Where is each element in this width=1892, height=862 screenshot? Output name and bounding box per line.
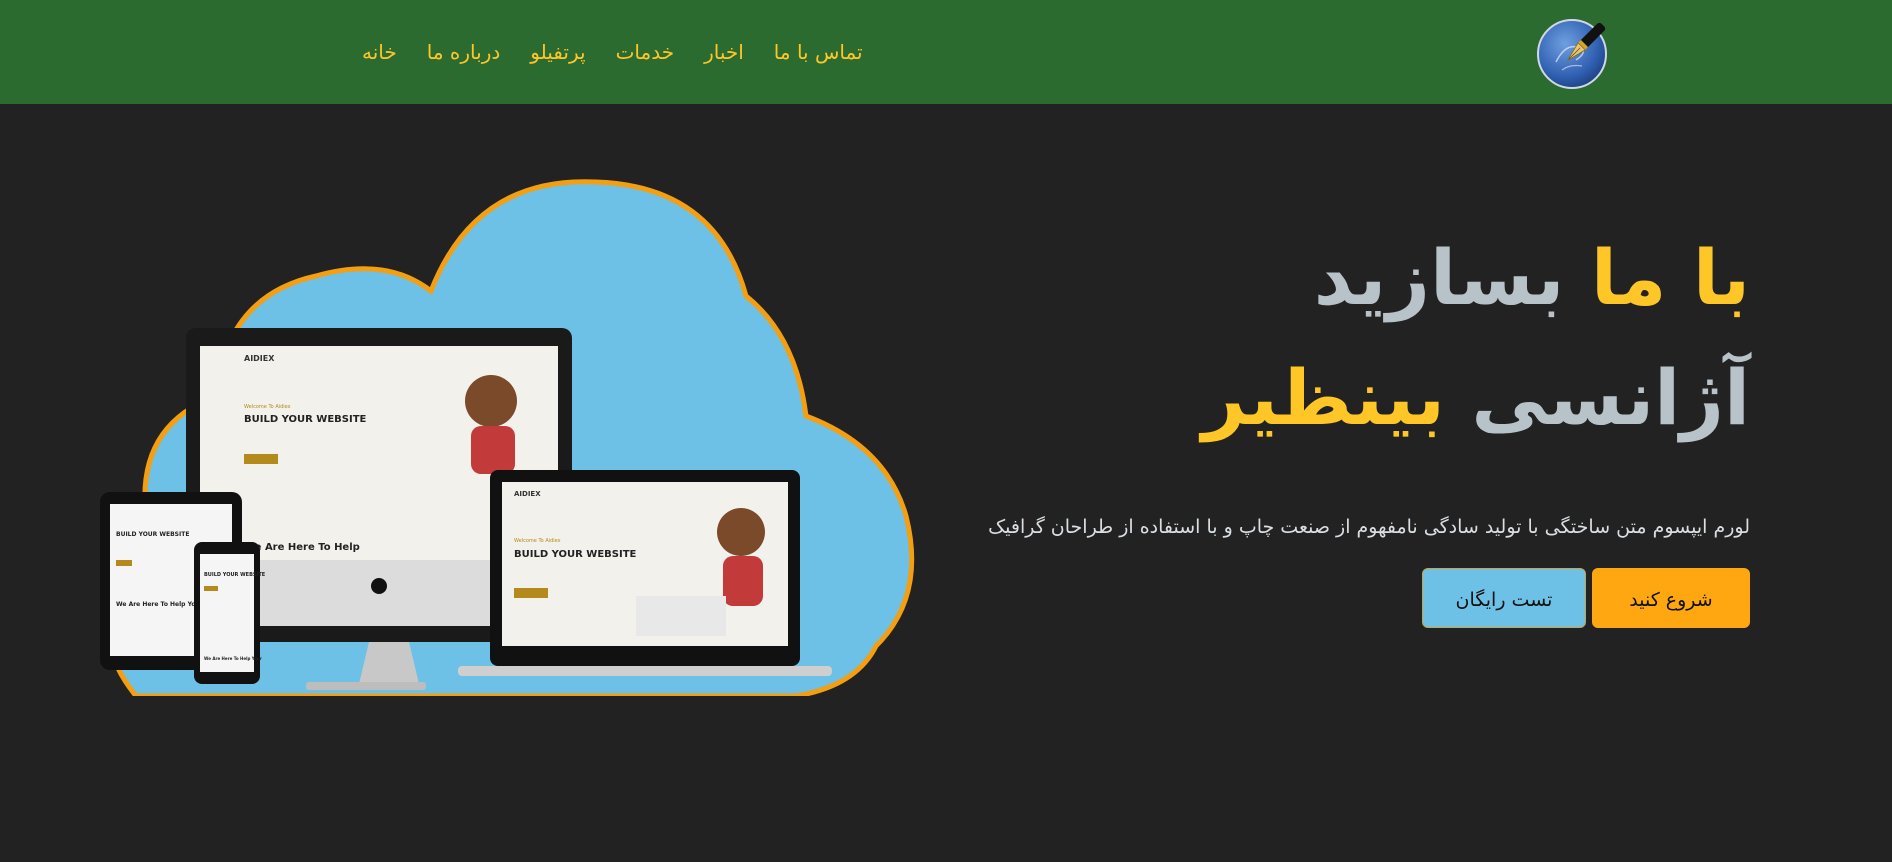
free-trial-button[interactable]: تست رایگان xyxy=(1422,568,1586,628)
laptop: AIDIEX Welcome To Aidiex BUILD YOUR WEBS… xyxy=(458,470,832,676)
mock-headline-desktop: BUILD YOUR WEBSITE xyxy=(244,414,367,425)
nav-link-about[interactable]: درباره ما xyxy=(427,38,501,66)
nav-link-home[interactable]: خانه xyxy=(362,38,397,66)
mock-headline-tablet: BUILD YOUR WEBSITE xyxy=(116,531,189,538)
nav-link-portfolio[interactable]: پرتفیلو xyxy=(530,38,585,66)
headline-highlight-2: بینظیر xyxy=(1201,353,1445,442)
headline-text-2: آژانسی xyxy=(1471,353,1750,442)
responsive-devices-image: AIDIEX Welcome To Aidiex BUILD YOUR WEBS… xyxy=(96,176,916,699)
mock-headline-laptop: BUILD YOUR WEBSITE xyxy=(514,549,637,560)
headline-line-1: با ما بسازید xyxy=(1202,218,1750,338)
hero-subtitle: لورم ایپسوم متن ساختگی با تولید سادگی نا… xyxy=(988,516,1750,538)
mock-help-phone: We Are Here To Help Your xyxy=(204,656,262,661)
nav-link-contact[interactable]: تماس با ما xyxy=(774,38,863,66)
main-nav: خانه درباره ما پرتفیلو خدمات اخبار تماس … xyxy=(362,38,863,66)
headline-line-2: آژانسی بینظیر xyxy=(1202,338,1750,458)
start-button[interactable]: شروع کنید xyxy=(1592,568,1750,628)
nav-link-news[interactable]: اخبار xyxy=(704,38,744,66)
nav-link-services[interactable]: خدمات xyxy=(616,38,675,66)
mock-brand-desktop: AIDIEX xyxy=(244,354,275,363)
site-logo[interactable] xyxy=(1536,12,1614,90)
top-navbar: خانه درباره ما پرتفیلو خدمات اخبار تماس … xyxy=(0,0,1892,104)
mock-help-desktop: We Are Here To Help xyxy=(244,542,360,553)
phone: BUILD YOUR WEBSITE We Are Here To Help Y… xyxy=(194,542,266,684)
headline-text-1: بسازید xyxy=(1313,233,1565,322)
mock-welcome-laptop: Welcome To Aidiex xyxy=(514,538,561,544)
hero-buttons: شروع کنید تست رایگان xyxy=(1422,568,1750,628)
mock-welcome-desktop: Welcome To Aidiex xyxy=(244,404,291,410)
mock-brand-laptop: AIDIEX xyxy=(514,490,541,498)
mock-headline-phone: BUILD YOUR WEBSITE xyxy=(204,572,266,578)
fountain-pen-icon xyxy=(1537,19,1607,89)
headline-highlight-1: با ما xyxy=(1590,233,1750,322)
cloud-devices-illustration: AIDIEX Welcome To Aidiex BUILD YOUR WEBS… xyxy=(100,179,915,699)
hero-headline: با ما بسازید آژانسی بینظیر xyxy=(1202,218,1750,458)
